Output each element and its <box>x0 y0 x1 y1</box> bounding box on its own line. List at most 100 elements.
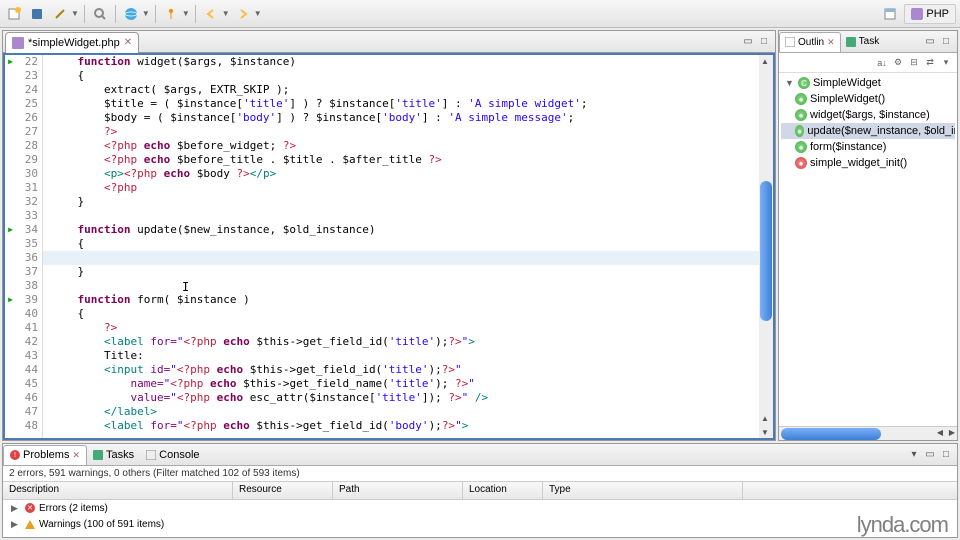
search-icon[interactable] <box>90 4 110 24</box>
sort-icon[interactable]: a↓ <box>875 56 889 70</box>
bottom-tab-row: ! Problems ✕ Tasks Console ▾ ▭ □ <box>3 444 957 466</box>
minimize-icon[interactable]: ▭ <box>923 448 937 462</box>
code-line[interactable]: $title = ( $instance['title'] ) ? $insta… <box>43 97 759 111</box>
close-icon[interactable]: ✕ <box>72 450 80 461</box>
dropdown-arrow-icon[interactable]: ▼ <box>222 9 230 18</box>
code-line[interactable]: <p><?php echo $body ?></p> <box>43 167 759 181</box>
column-header[interactable]: Type <box>543 482 743 499</box>
scroll-right-icon[interactable]: ▶ <box>949 428 955 437</box>
menu-icon[interactable]: ▾ <box>939 56 953 70</box>
code-line[interactable]: function widget($args, $instance) <box>43 55 759 69</box>
method-icon: ● <box>795 109 807 121</box>
code-line[interactable]: <label for="<?php echo $this->get_field_… <box>43 419 759 433</box>
tree-node-method[interactable]: ●simple_widget_init() <box>781 155 955 171</box>
code-line[interactable] <box>43 279 759 293</box>
collapse-icon[interactable]: ⊟ <box>907 56 921 70</box>
column-header[interactable]: Resource <box>233 482 333 499</box>
code-line[interactable]: { <box>43 69 759 83</box>
problems-summary: 2 errors, 591 warnings, 0 others (Filter… <box>3 466 957 482</box>
code-line[interactable]: function form( $instance ) <box>43 293 759 307</box>
code-line[interactable]: extract( $args, EXTR_SKIP ); <box>43 83 759 97</box>
tree-node-class[interactable]: ▼ C SimpleWidget <box>781 75 955 91</box>
file-tab-label: *simpleWidget.php <box>28 37 120 49</box>
line-gutter: 22▶⊟232425262728293031323334▶⊟3536373839… <box>5 55 43 438</box>
column-header[interactable]: Path <box>333 482 463 499</box>
tab-problems[interactable]: ! Problems ✕ <box>3 445 87 465</box>
code-line[interactable]: ?> <box>43 321 759 335</box>
code-line[interactable]: $body = ( $instance['body'] ) ? $instanc… <box>43 111 759 125</box>
problems-row[interactable]: ▶✕Errors (2 items) <box>3 500 957 516</box>
code-line[interactable]: value="<?php echo esc_attr($instance['ti… <box>43 391 759 405</box>
tasks-icon <box>93 450 103 460</box>
code-line[interactable]: <label for="<?php echo $this->get_field_… <box>43 335 759 349</box>
tree-node-method[interactable]: ●widget($args, $instance) <box>781 107 955 123</box>
dropdown-arrow-icon[interactable]: ▼ <box>142 9 150 18</box>
problems-panel: ! Problems ✕ Tasks Console ▾ ▭ □ 2 error… <box>2 443 958 538</box>
editor-body[interactable]: 22▶⊟232425262728293031323334▶⊟3536373839… <box>3 53 775 440</box>
code-line[interactable]: <input id="<?php echo $this->get_field_i… <box>43 363 759 377</box>
code-line[interactable]: name="<?php echo $this->get_field_name('… <box>43 377 759 391</box>
dropdown-arrow-icon[interactable]: ▼ <box>254 9 262 18</box>
tab-outline[interactable]: Outlin ✕ <box>779 32 841 52</box>
scroll-down-icon[interactable]: ▲ <box>759 412 771 424</box>
scroll-thumb[interactable] <box>760 181 772 321</box>
code-line[interactable]: <?php echo $before_widget; ?> <box>43 139 759 153</box>
scroll-down-icon[interactable]: ▼ <box>759 426 771 438</box>
perspective-label: PHP <box>926 8 949 20</box>
column-header[interactable]: Location <box>463 482 543 499</box>
open-perspective-icon[interactable] <box>880 4 900 24</box>
nav-fwd-icon[interactable] <box>233 4 253 24</box>
tree-node-method[interactable]: ●update($new_instance, $old_instance) <box>781 123 955 139</box>
close-icon[interactable]: ✕ <box>124 37 132 48</box>
new-icon[interactable] <box>4 4 24 24</box>
close-icon[interactable]: ✕ <box>827 37 835 48</box>
scroll-left-icon[interactable]: ◀ <box>937 428 943 437</box>
expand-icon[interactable]: ▶ <box>11 503 21 514</box>
column-header[interactable]: Description <box>3 482 233 499</box>
perspective-button[interactable]: PHP <box>904 4 956 24</box>
dropdown-arrow-icon[interactable]: ▼ <box>182 9 190 18</box>
maximize-icon[interactable]: □ <box>757 35 771 49</box>
code-line[interactable]: Title: <box>43 349 759 363</box>
code-line[interactable] <box>43 251 759 265</box>
minimize-icon[interactable]: ▭ <box>923 35 937 49</box>
minimize-icon[interactable]: ▭ <box>741 35 755 49</box>
php-file-icon <box>12 37 24 49</box>
code-line[interactable]: <?php echo $before_title . $title . $aft… <box>43 153 759 167</box>
wand-icon[interactable] <box>50 4 70 24</box>
expand-icon[interactable]: ▼ <box>785 78 795 88</box>
outline-tab-row: Outlin ✕ Task ▭ □ <box>779 31 957 53</box>
tab-tasks[interactable]: Tasks <box>87 445 140 465</box>
file-tab[interactable]: *simpleWidget.php ✕ <box>5 32 139 53</box>
link-icon[interactable]: ⇄ <box>923 56 937 70</box>
code-line[interactable]: </label> <box>43 405 759 419</box>
pin-icon[interactable] <box>161 4 181 24</box>
nav-back-icon[interactable] <box>201 4 221 24</box>
code-line[interactable]: } <box>43 265 759 279</box>
tree-node-method[interactable]: ●form($instance) <box>781 139 955 155</box>
tab-console[interactable]: Console <box>140 445 205 465</box>
code-line[interactable]: <?php <box>43 181 759 195</box>
code-line[interactable]: ?> <box>43 125 759 139</box>
code-line[interactable]: { <box>43 307 759 321</box>
filter-icon[interactable]: ⚙ <box>891 56 905 70</box>
view-menu-icon[interactable]: ▾ <box>907 448 921 462</box>
maximize-icon[interactable]: □ <box>939 35 953 49</box>
code-area[interactable]: function widget($args, $instance) { extr… <box>43 55 759 438</box>
code-line[interactable] <box>43 209 759 223</box>
dropdown-arrow-icon[interactable]: ▼ <box>71 9 79 18</box>
vertical-scrollbar[interactable]: ▲ ▲ ▼ <box>759 55 773 438</box>
tree-node-method[interactable]: ●SimpleWidget() <box>781 91 955 107</box>
code-line[interactable]: function update($new_instance, $old_inst… <box>43 223 759 237</box>
browser-icon[interactable] <box>121 4 141 24</box>
expand-icon[interactable]: ▶ <box>11 519 21 530</box>
code-line[interactable]: { <box>43 237 759 251</box>
scroll-thumb[interactable] <box>781 428 881 440</box>
save-icon[interactable] <box>27 4 47 24</box>
code-line[interactable]: } <box>43 195 759 209</box>
maximize-icon[interactable]: □ <box>939 448 953 462</box>
scroll-up-icon[interactable]: ▲ <box>759 55 771 67</box>
problems-row[interactable]: ▶Warnings (100 of 591 items) <box>3 516 957 532</box>
tab-tasks[interactable]: Task <box>841 32 885 52</box>
horizontal-scrollbar[interactable]: ◀ ▶ <box>779 426 957 440</box>
